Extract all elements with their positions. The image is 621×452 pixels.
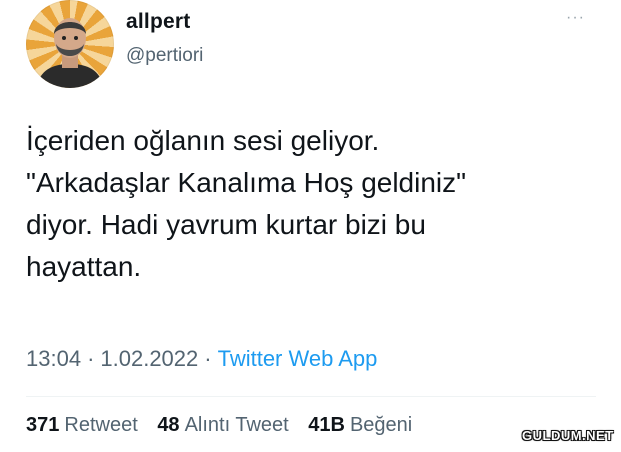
author-handle[interactable]: @pertiori	[126, 45, 203, 67]
divider	[26, 396, 596, 397]
likes-label: Beğeni	[349, 414, 413, 436]
watermark: GULDUM.NET	[522, 428, 614, 443]
quotes-label: Alıntı Tweet	[184, 414, 289, 436]
tweet-text: İçeriden oğlanın sesi geliyor. "Arkadaşl…	[26, 125, 467, 282]
author-display-name[interactable]: allpert	[126, 10, 190, 34]
likes-stat[interactable]: 41B Beğeni	[308, 414, 412, 436]
tweet-card: allpert @pertiori ··· İçeriden oğlanın s…	[0, 0, 621, 452]
tweet-time[interactable]: 13:04	[26, 346, 81, 371]
tweet-meta: 13:04 · 1.02.2022 · Twitter Web App	[26, 346, 377, 372]
tweet-date[interactable]: 1.02.2022	[100, 346, 198, 371]
profile-photo-icon	[36, 18, 104, 88]
meta-separator: ·	[204, 346, 212, 371]
retweets-count: 371	[26, 414, 60, 436]
avatar[interactable]	[26, 0, 114, 88]
meta-separator: ·	[87, 346, 95, 371]
tweet-source-link[interactable]: Twitter Web App	[218, 346, 378, 371]
retweets-stat[interactable]: 371 Retweet	[26, 414, 138, 436]
tweet-stats: 371 Retweet 48 Alıntı Tweet 41B Beğeni	[26, 414, 426, 437]
ellipsis-icon[interactable]: ···	[566, 10, 585, 26]
quotes-stat[interactable]: 48 Alıntı Tweet	[157, 414, 288, 436]
quotes-count: 48	[157, 414, 180, 436]
likes-count: 41B	[308, 414, 345, 436]
retweets-label: Retweet	[64, 414, 138, 436]
